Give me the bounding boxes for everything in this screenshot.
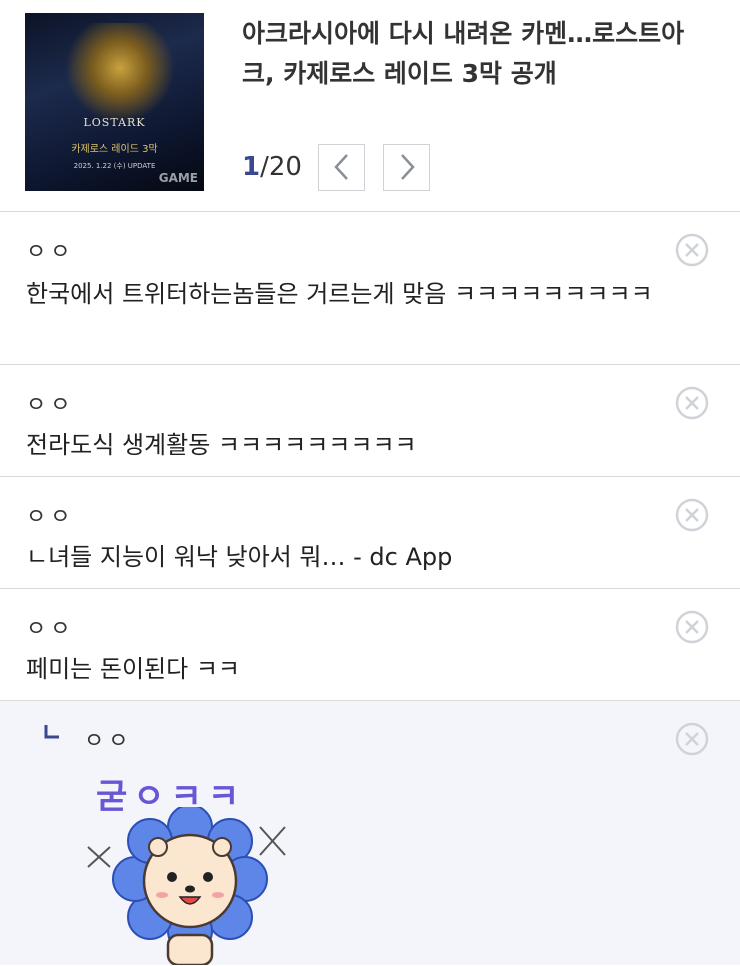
post-title[interactable]: 아크라시아에 다시 내려온 카멘…로스트아크, 카제로스 레이드 3막 공개 xyxy=(242,14,712,94)
reply-arrow-icon xyxy=(44,725,59,739)
comment-item: ㅇㅇ 한국에서 트위터하는놈들은 거르는게 맞음 ㅋㅋㅋㅋㅋㅋㅋㅋㅋ xyxy=(0,212,740,365)
post-header: LOSTARK 카제로스 레이드 3막 2025. 1.22 (수) UPDAT… xyxy=(0,0,740,212)
comment-item: ㅇㅇ ㄴ녀들 지능이 워낙 낮아서 뭐… - dc App xyxy=(0,477,740,589)
comment-item: ㅇㅇ 페미는 돈이된다 ㅋㅋ xyxy=(0,589,740,701)
next-button[interactable] xyxy=(383,143,430,191)
comment-nick: ㅇㅇ xyxy=(26,505,75,530)
page-current: 1 xyxy=(242,152,261,182)
comment-text: 전라도식 생계활동 ㅋㅋㅋㅋㅋㅋㅋㅋㅋ xyxy=(26,431,417,459)
chevron-right-icon xyxy=(400,154,415,180)
comment-item: ㅇㅇ 전라도식 생계활동 ㅋㅋㅋㅋㅋㅋㅋㅋㅋ xyxy=(0,365,740,477)
comment-nick: ㅇㅇ xyxy=(26,617,75,642)
comment-text: 한국에서 트위터하는놈들은 거르는게 맞음 ㅋㅋㅋㅋㅋㅋㅋㅋㅋ xyxy=(26,280,653,308)
post-thumbnail[interactable]: LOSTARK 카제로스 레이드 3막 2025. 1.22 (수) UPDAT… xyxy=(25,13,204,191)
pager: 1/20 xyxy=(242,142,448,192)
thumbnail-brand: LOSTARK xyxy=(83,116,146,129)
close-circle-icon[interactable] xyxy=(674,232,710,268)
comment-nick: ㅇㅇ xyxy=(26,393,75,418)
thumbnail-stamp: GAME xyxy=(158,171,198,185)
prev-button[interactable] xyxy=(318,143,365,191)
close-circle-icon[interactable] xyxy=(674,497,710,533)
close-circle-icon[interactable] xyxy=(674,721,710,757)
thumbnail-caption: 2025. 1.22 (수) UPDATE xyxy=(73,162,156,170)
comment-nick: ㅇㅇ xyxy=(26,240,75,265)
chevron-left-icon xyxy=(333,154,348,180)
thumbnail-subtitle: 카제로스 레이드 3막 xyxy=(71,144,158,155)
reply-nick: ㅇㅇ xyxy=(84,729,133,754)
thumbnail-art xyxy=(65,23,175,123)
close-circle-icon[interactable] xyxy=(674,385,710,421)
close-circle-icon[interactable] xyxy=(674,609,710,645)
comment-text: ㄴ녀들 지능이 워낙 낮아서 뭐… - dc App xyxy=(26,543,453,571)
sticker-lion-icon xyxy=(87,807,286,965)
sticker: 굳ㅇㅋㅋ xyxy=(80,767,300,965)
page-indicator: 1/20 xyxy=(242,142,318,192)
page-total: /20 xyxy=(260,152,302,182)
reply-comment: ㅇㅇ 굳ㅇㅋㅋ xyxy=(0,701,740,965)
comment-text: 페미는 돈이된다 ㅋㅋ xyxy=(26,655,240,683)
